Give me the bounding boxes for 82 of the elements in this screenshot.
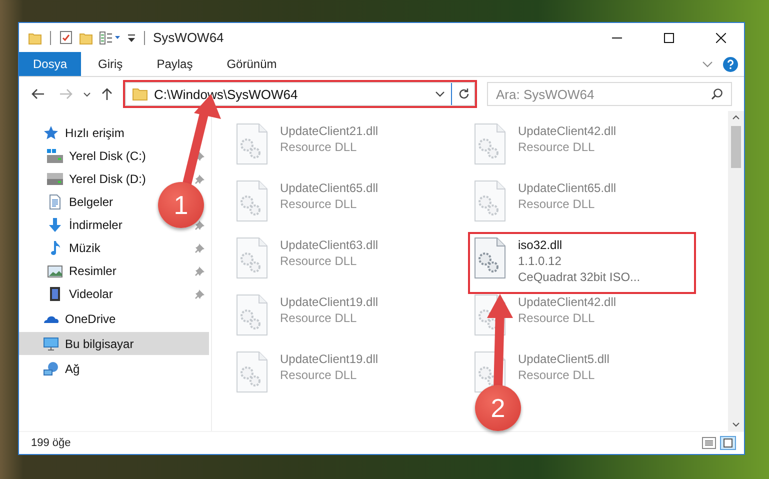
properties-icon[interactable] bbox=[59, 30, 73, 45]
details-view-icon[interactable] bbox=[702, 437, 716, 449]
ribbon-tab[interactable]: Giriş bbox=[81, 52, 140, 76]
file-detail: Resource DLL bbox=[280, 196, 358, 212]
sidebar-item[interactable]: Resimler bbox=[69, 264, 116, 278]
scroll-down-icon[interactable] bbox=[732, 422, 740, 427]
file-name[interactable]: UpdateClient65.dll bbox=[280, 180, 378, 196]
file-detail: CeQuadrat 32bit ISO... bbox=[518, 269, 640, 285]
dll-file-icon bbox=[236, 237, 268, 279]
maximize-icon[interactable] bbox=[664, 32, 674, 42]
file-detail: Resource DLL bbox=[280, 139, 358, 155]
file-detail: Resource DLL bbox=[518, 310, 596, 326]
sidebar-item-icon bbox=[43, 336, 59, 352]
file-name[interactable]: UpdateClient63.dll bbox=[280, 237, 378, 253]
address-bar[interactable]: C:\Windows\SysWOW64 bbox=[125, 82, 475, 106]
back-icon[interactable] bbox=[31, 88, 45, 100]
sidebar-item-icon bbox=[47, 286, 63, 302]
customize-dropdown-icon[interactable] bbox=[127, 32, 136, 42]
sidebar-item[interactable]: OneDrive bbox=[65, 312, 116, 326]
large-icons-view-icon[interactable] bbox=[720, 436, 736, 450]
file-detail: Resource DLL bbox=[280, 367, 358, 383]
sidebar-item-icon bbox=[47, 194, 63, 210]
item-count: 199 öğe bbox=[31, 437, 71, 449]
sidebar-item-icon bbox=[47, 170, 63, 186]
file-name[interactable]: UpdateClient42.dll bbox=[518, 294, 616, 310]
sidebar-item-icon bbox=[43, 124, 59, 140]
file-name[interactable]: UpdateClient21.dll bbox=[280, 123, 378, 139]
sidebar-item-icon bbox=[43, 360, 59, 376]
refresh-icon[interactable] bbox=[458, 88, 470, 100]
file-name[interactable]: UpdateClient19.dll bbox=[280, 351, 378, 367]
scrollbar[interactable] bbox=[728, 111, 744, 431]
file-detail: Resource DLL bbox=[280, 253, 358, 269]
sidebar-item[interactable]: Ağ bbox=[65, 362, 80, 376]
file-name[interactable]: UpdateClient65.dll bbox=[518, 180, 616, 196]
search-field[interactable]: Ara: SysWOW64 bbox=[487, 82, 732, 106]
file-name[interactable]: UpdateClient5.dll bbox=[518, 351, 610, 367]
ribbon-tab[interactable]: Paylaş bbox=[140, 52, 210, 76]
file-name[interactable]: UpdateClient42.dll bbox=[518, 123, 616, 139]
sidebar-item[interactable]: Müzik bbox=[69, 240, 100, 254]
dll-file-icon bbox=[474, 180, 506, 222]
sidebar-item[interactable]: Yerel Disk (C:) bbox=[69, 148, 146, 162]
highlighted-file-item[interactable]: iso32.dll 1.1.0.12 CeQuadrat 32bit ISO... bbox=[470, 234, 694, 292]
sidebar-item[interactable]: Yerel Disk (D:) bbox=[69, 172, 146, 186]
dll-file-icon bbox=[236, 294, 268, 336]
sidebar-item[interactable]: Belgeler bbox=[69, 194, 114, 208]
search-icon bbox=[711, 88, 723, 100]
dll-file-icon bbox=[236, 351, 268, 393]
sidebar-item[interactable]: Hızlı erişim bbox=[65, 126, 124, 140]
dropdown-caret-icon[interactable] bbox=[435, 91, 445, 97]
close-icon[interactable] bbox=[716, 32, 726, 42]
file-detail: Resource DLL bbox=[518, 139, 596, 155]
sidebar-item[interactable]: Videolar bbox=[69, 286, 113, 300]
sidebar-item-icon bbox=[47, 216, 63, 232]
ribbon-tab[interactable]: Dosya bbox=[19, 52, 82, 76]
dll-file-icon bbox=[236, 123, 268, 165]
dll-file-icon bbox=[474, 123, 506, 165]
window-title: SysWOW64 bbox=[153, 30, 224, 45]
view-options-icon[interactable] bbox=[99, 30, 121, 44]
sidebar-item-icon bbox=[47, 148, 63, 164]
sidebar-item-icon bbox=[47, 262, 63, 278]
up-icon[interactable] bbox=[101, 87, 113, 101]
file-detail: 1.1.0.12 bbox=[518, 253, 562, 269]
scroll-up-icon[interactable] bbox=[732, 115, 740, 120]
expand-ribbon-icon[interactable] bbox=[702, 60, 713, 68]
pin-icon[interactable] bbox=[195, 220, 205, 230]
dll-file-icon bbox=[236, 180, 268, 222]
file-detail: Resource DLL bbox=[280, 310, 358, 326]
help-icon[interactable] bbox=[723, 56, 738, 72]
sidebar-item[interactable]: Bu bilgisayar bbox=[19, 332, 209, 355]
sidebar-item[interactable]: İndirmeler bbox=[69, 218, 122, 232]
folder-icon bbox=[132, 87, 148, 101]
file-name[interactable]: UpdateClient19.dll bbox=[280, 294, 378, 310]
pin-icon[interactable] bbox=[195, 150, 205, 160]
minimize-icon[interactable] bbox=[612, 36, 622, 38]
file-detail: Resource DLL bbox=[518, 196, 596, 212]
ribbon-tab[interactable]: Görünüm bbox=[210, 52, 294, 76]
dll-file-icon bbox=[474, 237, 506, 279]
scrollbar-thumb[interactable] bbox=[731, 126, 741, 168]
sidebar-item-label[interactable]: Bu bilgisayar bbox=[65, 336, 134, 350]
recent-locations-icon[interactable] bbox=[83, 92, 91, 96]
file-name[interactable]: iso32.dll bbox=[518, 237, 640, 253]
file-detail: Resource DLL bbox=[518, 367, 596, 383]
